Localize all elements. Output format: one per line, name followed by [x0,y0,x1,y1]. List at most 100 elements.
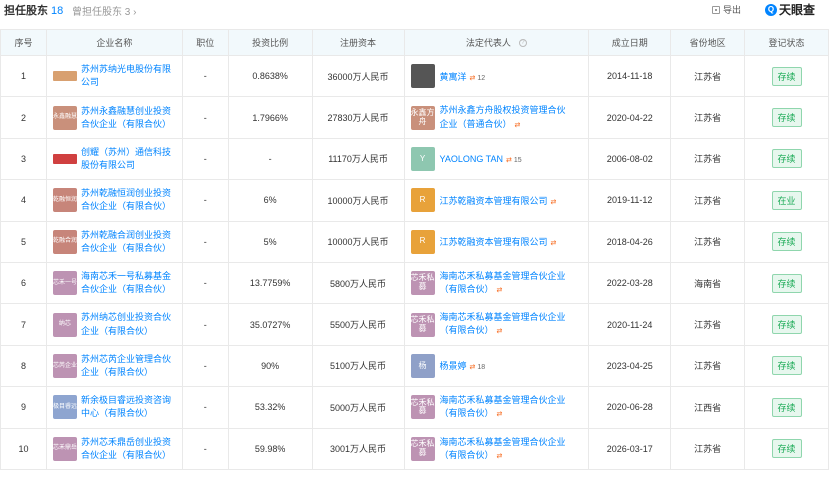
company-name-link[interactable]: 新余极目睿远投资咨询中心（有限合伙） [81,394,177,420]
company-cell: 芯芮企业 苏州芯芮企业管理合伙企业（有限合伙） [47,345,183,387]
legal-rep-link[interactable]: YAOLONG TAN ⇄ 15 [440,154,522,164]
capital-value: 10000万人民币 [327,237,389,248]
legal-rep-name: 苏州永鑫方舟股权投资管理合伙企业（普通合伙） [439,105,566,129]
help-icon[interactable]: ? [518,38,527,47]
related-icon[interactable]: ⇄ [497,287,503,294]
legal-rep-avatar[interactable]: 杨 [410,353,435,378]
related-count-badge[interactable]: ⇄ 15 [506,157,522,164]
related-icon[interactable]: ⇄ [551,199,557,206]
related-icon[interactable]: ⇄ [497,328,503,335]
ratio-value: 13.7759% [249,278,291,289]
company-name-link[interactable]: 苏州乾融恒润创业投资合伙企业（有限合伙） [81,187,177,213]
company-name-link[interactable]: 海南芯禾一号私募基金合伙企业（有限合伙） [81,270,177,296]
province-cell: 江苏省 [671,56,746,97]
legal-rep-avatar[interactable]: 永鑫方舟 [410,105,435,130]
company-name-link[interactable]: 苏州纳芯创业投资合伙企业（有限合伙） [81,311,177,337]
company-logo-icon: 芯禾鼎岳 [52,436,77,461]
related-icon[interactable]: ⇄ [497,411,503,418]
legal-rep-avatar[interactable]: 芯禾私募 [410,395,435,420]
related-icon[interactable]: ⇄ [515,122,521,129]
legal-rep-link[interactable]: 海南芯禾私募基金管理合伙企业（有限合伙） ⇄ [440,436,570,462]
export-button[interactable]: 导出 [712,3,741,16]
date-cell: 2014-11-18 [589,56,672,97]
row-index-value: 1 [20,71,26,82]
capital-value: 5100万人民币 [330,361,387,372]
related-count-badge[interactable]: ⇄ 12 [470,75,486,82]
company-name-link[interactable]: 苏州芯芮企业管理合伙企业（有限合伙） [81,353,177,379]
legal-rep-link[interactable]: 苏州永鑫方舟股权投资管理合伙企业（普通合伙） ⇄ [440,104,570,130]
related-icon[interactable]: ⇄ [551,240,557,247]
role-cell: - [183,180,229,221]
date-value: 2020-04-22 [606,112,653,123]
company-name-link[interactable]: 苏州乾融合润创业投资合伙企业（有限合伙） [81,229,177,255]
legal-rep-avatar[interactable]: R [410,229,435,254]
ratio-value: - [268,153,272,164]
tab-bar: 担任股东 18 曾担任股东 3 › 导出 Q 天眼查 [0,0,829,18]
col-header-status: 登记状态 [745,30,829,55]
related-count-badge[interactable]: ⇄ 18 [470,364,486,371]
row-index: 8 [1,345,47,387]
legal-rep-link[interactable]: 海南芯禾私募基金管理合伙企业（有限合伙） ⇄ [440,394,570,420]
row-index: 4 [1,180,47,221]
tab-current-shareholder-count: 18 [51,5,64,17]
legal-rep-avatar[interactable]: Y [410,146,435,171]
shareholding-table: 序号 企业名称 职位 投资比例 注册资本 法定代表人? 成立日期 省份地区 登记… [0,29,829,470]
capital-value: 11170万人民币 [328,154,388,165]
legal-rep-link[interactable]: 海南芯禾私募基金管理合伙企业（有限合伙） ⇄ [440,311,570,337]
legal-rep-name: 海南芯禾私募基金管理合伙企业（有限合伙） [439,271,566,295]
role-value: - [203,112,207,123]
status-badge: 存续 [771,66,802,86]
company-cell: 创耀（苏州）通信科技股份有限公司 [47,138,183,180]
tab-current-shareholder[interactable]: 担任股东 18 [4,2,63,18]
date-cell: 2020-06-28 [589,387,672,428]
company-logo-text: 芯芮企业 [52,362,77,369]
province-value: 江苏省 [694,113,722,124]
related-icon[interactable]: ⇄ [497,453,503,460]
status-badge: 存续 [771,315,802,335]
col-header-province: 省份地区 [671,30,746,55]
legal-rep-avatar[interactable]: 芯禾私募 [410,436,435,461]
legal-rep-avatar[interactable]: R [410,188,435,213]
tab-former-shareholder[interactable]: 曾担任股东 3 › [72,3,136,18]
status-badge: 存续 [771,232,802,252]
company-name-link[interactable]: 苏州芯禾鼎岳创业投资合伙企业（有限合伙） [81,436,177,462]
legal-rep-avatar[interactable] [410,64,435,89]
brand-logo: Q 天眼查 [765,1,815,18]
row-index: 9 [1,387,47,428]
table-body: 1 苏州苏纳光电股份有限公司 - 0.8638% 36000万人民币 黄寓洋 ⇄ … [1,56,829,470]
capital-cell: 11170万人民币 [313,138,405,180]
related-count-value: 18 [477,364,486,372]
legal-rep-link[interactable]: 海南芯禾私募基金管理合伙企业（有限合伙） ⇄ [440,270,570,296]
legal-rep-link[interactable]: 黄寓洋 ⇄ 12 [440,70,486,83]
company-logo-icon: 芯芮企业 [52,353,77,378]
date-cell: 2006-08-02 [589,138,672,180]
legal-rep-avatar[interactable]: 芯禾私募 [410,271,435,296]
export-icon [712,5,720,14]
tab-former-shareholder-count: 3 [124,7,131,18]
province-value: 江西省 [694,402,722,413]
role-value: - [203,195,207,206]
date-value: 2006-08-02 [606,153,653,164]
province-cell: 江苏省 [671,180,746,221]
capital-cell: 5500万人民币 [313,304,405,345]
legal-rep-avatar[interactable]: 芯禾私募 [410,312,435,337]
company-cell: 乾融合润 苏州乾融合润创业投资合伙企业（有限合伙） [47,221,183,262]
legal-rep-link[interactable]: 江苏乾融资本管理有限公司 ⇄ [440,194,557,207]
company-cell: 芯禾鼎岳 苏州芯禾鼎岳创业投资合伙企业（有限合伙） [47,428,183,469]
row-index-value: 5 [20,236,26,247]
legal-rep-link[interactable]: 杨景婷 ⇄ 18 [440,359,486,372]
ratio-value: 53.32% [254,402,286,413]
col-header-company: 企业名称 [47,30,183,55]
company-name-link[interactable]: 苏州永鑫融慧创业投资合伙企业（有限合伙） [81,105,177,131]
ratio-cell: 5% [229,221,313,262]
company-name-link[interactable]: 苏州苏纳光电股份有限公司 [81,63,177,89]
role-cell: - [183,138,229,180]
legal-rep-name: 江苏乾融资本管理有限公司 [439,195,548,206]
company-logo-text: 纳芯 [58,321,71,328]
company-logo-icon: 芯禾一号 [52,271,77,296]
role-cell: - [183,262,229,304]
ratio-value: 0.8638% [252,71,288,82]
date-cell: 2019-11-12 [589,180,672,221]
company-name-link[interactable]: 创耀（苏州）通信科技股份有限公司 [81,146,177,172]
legal-rep-link[interactable]: 江苏乾融资本管理有限公司 ⇄ [440,235,557,248]
